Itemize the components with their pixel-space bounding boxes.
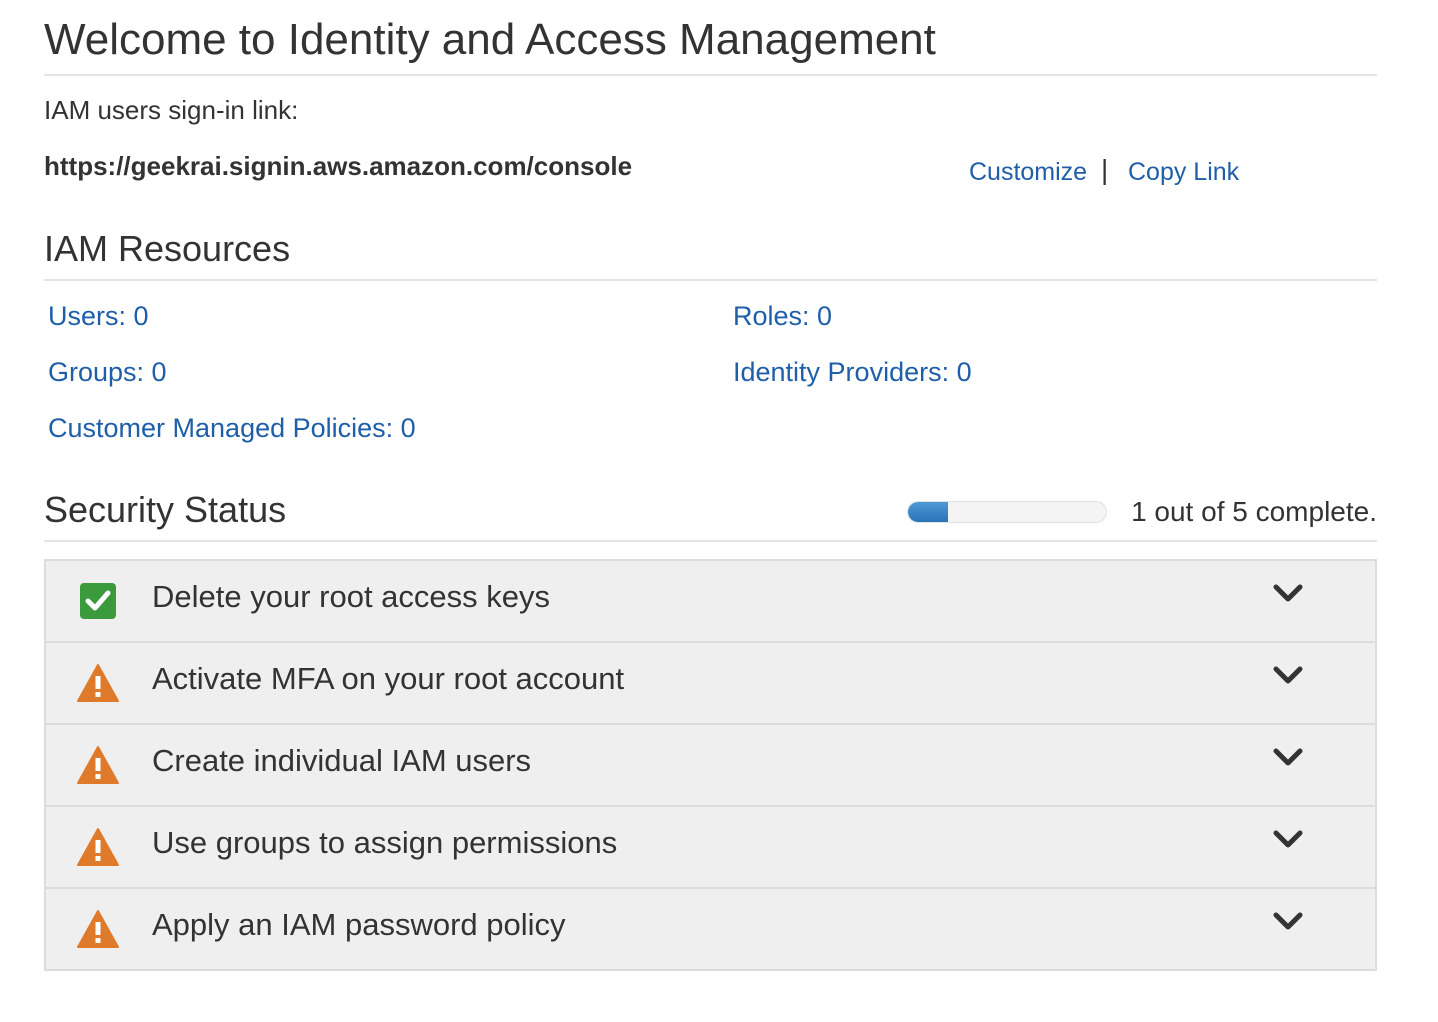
copy-link[interactable]: Copy Link: [1128, 158, 1239, 187]
security-progress-fill: [908, 502, 948, 522]
chevron-down-icon[interactable]: [1270, 663, 1306, 689]
status-label: Activate MFA on your root account: [152, 661, 625, 696]
policies-link[interactable]: Customer Managed Policies: 0: [48, 413, 416, 444]
identity-providers-link[interactable]: Identity Providers: 0: [733, 357, 972, 388]
status-label: Create individual IAM users: [152, 743, 532, 778]
link-separator: |: [1101, 154, 1109, 185]
status-row[interactable]: Use groups to assign permissions: [46, 807, 1375, 889]
status-row[interactable]: Apply an IAM password policy: [46, 889, 1375, 969]
status-row[interactable]: Delete your root access keys: [46, 561, 1375, 643]
warning-icon: [77, 746, 119, 784]
signin-url: https://geekrai.signin.aws.amazon.com/co…: [44, 151, 633, 181]
chevron-down-icon[interactable]: [1270, 581, 1306, 607]
signin-label: IAM users sign-in link:: [44, 95, 299, 125]
chevron-down-icon[interactable]: [1270, 745, 1306, 771]
status-label: Use groups to assign permissions: [152, 825, 618, 860]
resources-divider: [44, 279, 1377, 281]
warning-icon: [77, 910, 119, 948]
status-row[interactable]: Create individual IAM users: [46, 725, 1375, 807]
status-label: Apply an IAM password policy: [152, 907, 566, 942]
resources-title: IAM Resources: [44, 228, 291, 269]
status-row[interactable]: Activate MFA on your root account: [46, 643, 1375, 725]
security-status-list: Delete your root access keys Activate MF…: [44, 559, 1377, 971]
warning-icon: [77, 828, 119, 866]
security-title: Security Status: [44, 489, 287, 530]
status-label: Delete your root access keys: [152, 579, 551, 614]
customize-link[interactable]: Customize: [969, 158, 1087, 187]
warning-icon: [77, 664, 119, 702]
roles-link[interactable]: Roles: 0: [733, 301, 832, 332]
security-progress-text: 1 out of 5 complete.: [1131, 496, 1377, 527]
users-link[interactable]: Users: 0: [48, 301, 149, 332]
security-divider: [44, 540, 1377, 542]
security-progress-bar: [907, 501, 1107, 523]
chevron-down-icon[interactable]: [1270, 909, 1306, 935]
page-title: Welcome to Identity and Access Managemen…: [44, 15, 936, 64]
check-icon: [80, 583, 116, 619]
chevron-down-icon[interactable]: [1270, 827, 1306, 853]
groups-link[interactable]: Groups: 0: [48, 357, 167, 388]
title-divider: [44, 74, 1377, 76]
